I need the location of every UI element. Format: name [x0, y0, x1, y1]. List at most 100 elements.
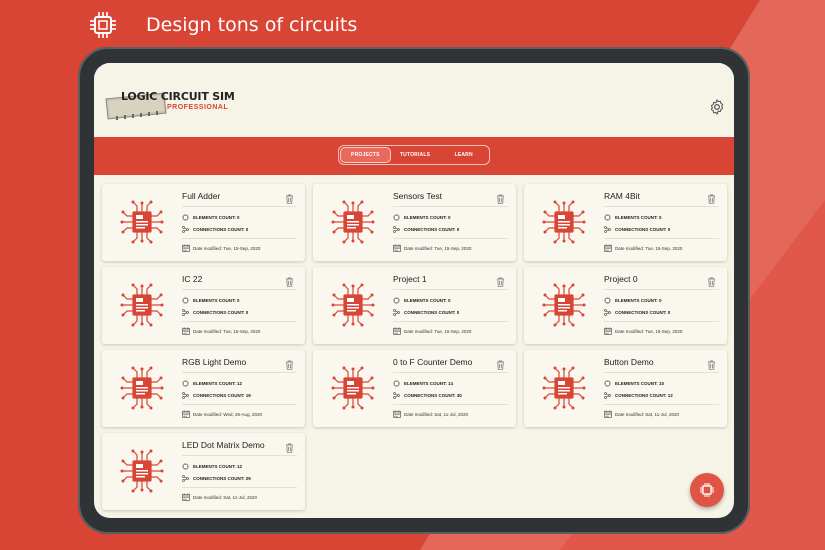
elements-label: ELEMENTS COUNT:: [193, 298, 236, 303]
project-title: Button Demo: [604, 357, 654, 367]
connections-value: 0: [667, 227, 671, 232]
trash-icon[interactable]: [285, 274, 294, 287]
date-modified: Date modified: Tue, 15-Sep, 2020: [393, 244, 471, 252]
tab-learn[interactable]: LEARN: [439, 147, 488, 163]
gear-icon[interactable]: [708, 98, 726, 116]
elements-value: 12: [237, 381, 243, 386]
connections-icon: [393, 309, 400, 316]
connections-icon: [604, 309, 611, 316]
divider: [604, 321, 719, 322]
element-icon: [182, 380, 189, 387]
date-label: Date modified:: [404, 328, 434, 334]
project-card[interactable]: Sensors Test ELEMENTS COUNT: 0 CONNECTIO…: [313, 184, 516, 261]
tab-group: PROJECTS TUTORIALS LEARN: [338, 145, 490, 165]
connections-value: 0: [667, 310, 671, 315]
element-icon: [604, 380, 611, 387]
element-icon: [393, 380, 400, 387]
connections-icon: [604, 226, 611, 233]
date-label: Date modified:: [615, 328, 645, 334]
connections-value: 0: [245, 310, 249, 315]
element-icon: [604, 214, 611, 221]
divider: [393, 289, 508, 290]
date-modified: Date modified: Tue, 15-Sep, 2020: [182, 327, 260, 335]
element-icon: [182, 214, 189, 221]
divider: [604, 372, 719, 373]
project-card[interactable]: 0 to F Counter Demo ELEMENTS COUNT: 14 C…: [313, 350, 516, 427]
date-label: Date modified:: [615, 411, 645, 417]
trash-icon[interactable]: [707, 274, 716, 287]
project-card[interactable]: Button Demo ELEMENTS COUNT: 10 CONNECTIO…: [524, 350, 727, 427]
calendar-icon: [604, 327, 612, 335]
trash-icon[interactable]: [496, 274, 505, 287]
app-header: LOGIC CIRCUIT SIM PROFESSIONAL: [94, 63, 734, 137]
connections-label: CONNECTIONS COUNT:: [193, 476, 245, 481]
tab-tutorials[interactable]: TUTORIALS: [391, 147, 440, 163]
date-modified: Date modified: Tue, 15-Sep, 2020: [604, 244, 682, 252]
connections-icon: [182, 226, 189, 233]
calendar-icon: [182, 493, 190, 501]
connections-icon: [393, 226, 400, 233]
connections-label: CONNECTIONS COUNT:: [193, 227, 245, 232]
calendar-icon: [393, 244, 401, 252]
project-title: IC 22: [182, 274, 203, 284]
project-card[interactable]: Project 1 ELEMENTS COUNT: 0 CONNECTIONS …: [313, 267, 516, 344]
divider: [604, 404, 719, 405]
chip-icon: [542, 366, 586, 410]
project-title: LED Dot Matrix Demo: [182, 440, 265, 450]
elements-count: ELEMENTS COUNT: 0: [182, 214, 240, 221]
date-label: Date modified:: [615, 245, 645, 251]
trash-icon[interactable]: [496, 191, 505, 204]
connections-count: CONNECTIONS COUNT: 0: [604, 226, 670, 233]
connections-label: CONNECTIONS COUNT:: [193, 310, 245, 315]
project-card[interactable]: RGB Light Demo ELEMENTS COUNT: 12 CONNEC…: [102, 350, 305, 427]
trash-icon[interactable]: [285, 440, 294, 453]
project-title: RGB Light Demo: [182, 357, 247, 367]
trash-icon[interactable]: [707, 191, 716, 204]
project-title: Project 1: [393, 274, 427, 284]
elements-value: 14: [448, 381, 454, 386]
connections-value: 0: [245, 227, 249, 232]
connections-label: CONNECTIONS COUNT:: [404, 310, 456, 315]
project-card[interactable]: Project 0 ELEMENTS COUNT: 0 CONNECTIONS …: [524, 267, 727, 344]
chip-icon: [120, 200, 164, 244]
trash-icon[interactable]: [496, 357, 505, 370]
project-title: RAM 4Bit: [604, 191, 640, 201]
elements-label: ELEMENTS COUNT:: [615, 298, 658, 303]
divider: [604, 289, 719, 290]
connections-icon: [182, 475, 189, 482]
chip-icon: [331, 283, 375, 327]
date-value: Tue, 15-Sep, 2020: [223, 328, 261, 334]
divider: [604, 238, 719, 239]
tab-projects[interactable]: PROJECTS: [340, 147, 391, 163]
date-label: Date modified:: [404, 411, 434, 417]
elements-count: ELEMENTS COUNT: 0: [393, 297, 451, 304]
elements-label: ELEMENTS COUNT:: [404, 381, 447, 386]
new-project-button[interactable]: [690, 473, 724, 507]
trash-icon[interactable]: [707, 357, 716, 370]
calendar-icon: [393, 410, 401, 418]
chip-icon: [120, 283, 164, 327]
connections-label: CONNECTIONS COUNT:: [404, 227, 456, 232]
tab-bar: PROJECTS TUTORIALS LEARN: [94, 137, 734, 175]
trash-icon[interactable]: [285, 191, 294, 204]
date-value: Tue, 15-Sep, 2020: [434, 328, 472, 334]
chip-icon: [700, 483, 714, 497]
connections-label: CONNECTIONS COUNT:: [615, 393, 667, 398]
elements-value: 0: [659, 298, 662, 303]
elements-count: ELEMENTS COUNT: 0: [182, 297, 240, 304]
project-title: 0 to F Counter Demo: [393, 357, 473, 367]
date-modified: Date modified: Sat, 11-Jul, 2020: [393, 410, 468, 418]
date-value: Wed, 26-Aug, 2020: [223, 411, 262, 417]
trash-icon[interactable]: [285, 357, 294, 370]
connections-label: CONNECTIONS COUNT:: [615, 227, 667, 232]
chip-icon: [331, 200, 375, 244]
project-card[interactable]: LED Dot Matrix Demo ELEMENTS COUNT: 12 C…: [102, 433, 305, 510]
divider: [604, 206, 719, 207]
project-card[interactable]: Full Adder ELEMENTS COUNT: 0 CONNECTIONS…: [102, 184, 305, 261]
project-card[interactable]: RAM 4Bit ELEMENTS COUNT: 0 CONNECTIONS C…: [524, 184, 727, 261]
element-icon: [393, 297, 400, 304]
date-modified: Date modified: Sat, 11-Jul, 2020: [182, 493, 257, 501]
divider: [182, 404, 297, 405]
elements-value: 0: [448, 215, 451, 220]
project-card[interactable]: IC 22 ELEMENTS COUNT: 0 CONNECTIONS COUN…: [102, 267, 305, 344]
